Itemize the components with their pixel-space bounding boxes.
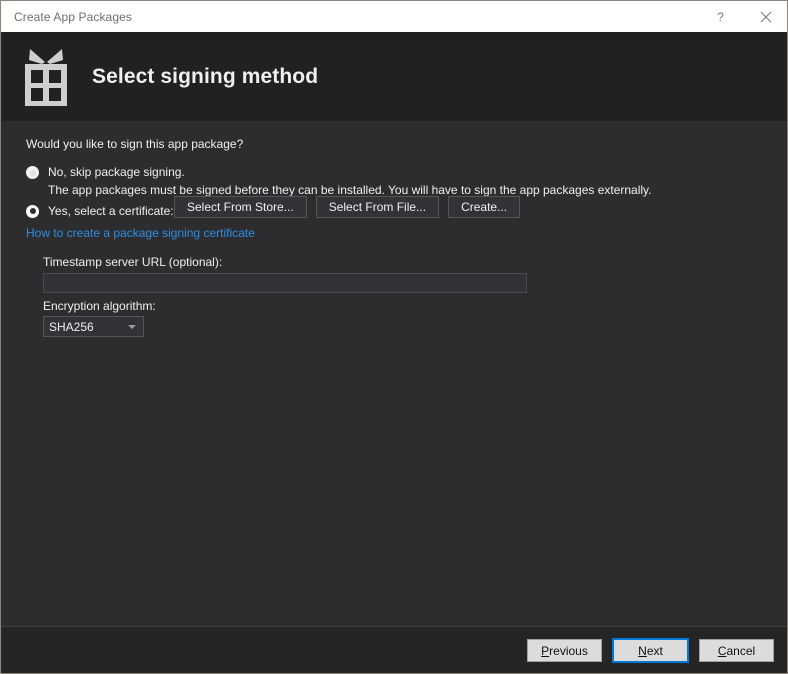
- help-link-create-certificate[interactable]: How to create a package signing certific…: [26, 226, 255, 240]
- help-button[interactable]: ?: [697, 1, 743, 32]
- radio-button-certificate[interactable]: [26, 204, 39, 218]
- footer-actions: Previous Next Cancel: [527, 639, 774, 662]
- dialog-body: Would you like to sign this app package?…: [2, 121, 787, 626]
- select-from-store-button[interactable]: Select From Store...: [174, 196, 307, 218]
- next-accesskey: N: [638, 643, 647, 658]
- signing-question: Would you like to sign this app package?: [26, 137, 244, 151]
- next-label: ext: [646, 643, 663, 658]
- window-title: Create App Packages: [14, 9, 132, 24]
- close-icon: [760, 11, 772, 22]
- radio-option-certificate[interactable]: Yes, select a certificate:: [26, 203, 174, 219]
- previous-accesskey: P: [541, 643, 550, 658]
- encryption-algorithm-value: SHA256: [49, 319, 94, 334]
- select-from-file-button[interactable]: Select From File...: [315, 196, 440, 218]
- titlebar: Create App Packages ?: [1, 1, 787, 32]
- certificate-actions: Select From Store... Select From File...…: [174, 196, 521, 218]
- create-app-packages-dialog: Create App Packages ? Select signing met…: [0, 0, 788, 674]
- page-title: Select signing method: [92, 64, 319, 88]
- close-button[interactable]: [743, 1, 787, 32]
- timestamp-url-input[interactable]: [43, 273, 527, 293]
- dialog-header: Select signing method: [2, 32, 787, 121]
- encryption-algorithm-label: Encryption algorithm:: [43, 299, 156, 313]
- cancel-accesskey: C: [717, 643, 727, 658]
- cancel-button[interactable]: Cancel: [699, 639, 774, 662]
- skip-description: The app packages must be signed before t…: [48, 183, 652, 197]
- previous-label: revious: [549, 643, 588, 658]
- encryption-algorithm-dropdown[interactable]: SHA256: [43, 316, 144, 337]
- question-mark-icon: ?: [717, 10, 724, 24]
- cancel-label: ancel: [726, 643, 756, 658]
- svg-text:?: ?: [717, 10, 724, 24]
- radio-option-skip[interactable]: No, skip package signing.: [26, 164, 185, 180]
- dialog-footer: Previous Next Cancel: [2, 626, 787, 673]
- radio-button-skip[interactable]: [26, 166, 39, 179]
- radio-label-skip: No, skip package signing.: [48, 165, 185, 179]
- gift-box-icon: [21, 46, 71, 108]
- chevron-down-icon: [128, 324, 136, 329]
- timestamp-url-label: Timestamp server URL (optional):: [43, 255, 223, 269]
- previous-button[interactable]: Previous: [527, 639, 602, 662]
- next-button[interactable]: Next: [613, 639, 688, 662]
- create-certificate-button[interactable]: Create...: [448, 196, 521, 218]
- radio-label-certificate: Yes, select a certificate:: [48, 204, 174, 218]
